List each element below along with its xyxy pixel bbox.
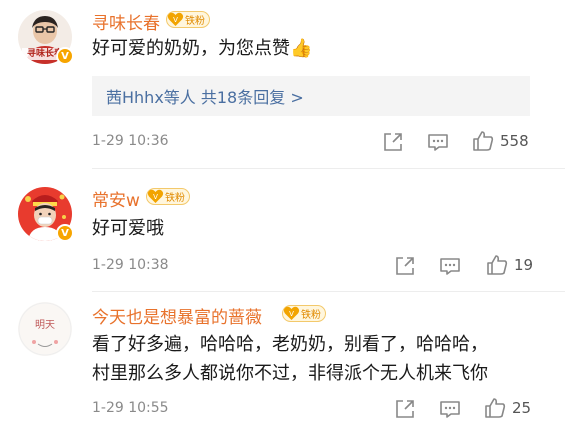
heart-icon: V [283,306,300,320]
reply-summary-link[interactable]: 茜Hhhx等人 共18条回复 > [106,84,304,108]
like-icon[interactable] [486,254,508,276]
heart-icon: V [167,12,184,26]
timestamp: 1-29 10:36 [92,133,169,149]
fan-badge-label: 铁粉 [165,193,185,204]
fan-badge: V 铁粉 [166,11,210,28]
fan-badge: V 铁粉 [146,188,190,205]
like-icon[interactable] [472,130,494,152]
reply-summary[interactable]: 茜Hhhx等人 共18条回复 > [92,76,530,116]
fan-badge-label: 铁粉 [301,310,321,321]
svg-text:V: V [153,193,158,201]
svg-text:V: V [289,310,294,318]
svg-text:V: V [173,16,178,24]
like-count: 19 [514,256,534,274]
comment-icon[interactable] [439,255,461,277]
divider [92,291,565,292]
username[interactable]: 今天也是想暴富的蔷薇 [92,303,262,328]
share-icon[interactable] [382,131,404,153]
fan-badge: V 铁粉 [282,305,326,322]
avatar[interactable]: V [18,187,74,242]
comment-icon[interactable] [439,398,461,420]
like-icon[interactable] [484,397,506,419]
verified-badge-icon: V [56,47,74,65]
comment-text: 好可爱哦 [92,218,164,239]
like-count: 25 [512,399,532,417]
divider [92,168,565,169]
verified-badge-icon: V [56,224,74,242]
username[interactable]: 常安w [92,186,140,211]
avatar[interactable]: 寻味长春 V [18,10,74,65]
comment-text-line: 看了好多遍，哈哈哈，老奶奶，别看了，哈哈哈， [92,334,488,355]
avatar-caption: 明天 [35,320,55,331]
timestamp: 1-29 10:38 [92,257,169,273]
share-icon[interactable] [394,255,416,277]
like-count: 558 [500,132,529,150]
comment-text: 好可爱的奶奶，为您点赞👍 [92,38,313,59]
avatar[interactable]: 明天 [18,302,72,356]
comment-text-line: 村里那么多人都说你不过，非得派个无人机来飞你 [92,363,488,384]
heart-icon: V [147,189,164,203]
timestamp: 1-29 10:55 [92,400,169,416]
fan-badge-label: 铁粉 [185,16,205,27]
comment-icon[interactable] [427,131,449,153]
username[interactable]: 寻味长春 [92,9,160,34]
share-icon[interactable] [394,398,416,420]
